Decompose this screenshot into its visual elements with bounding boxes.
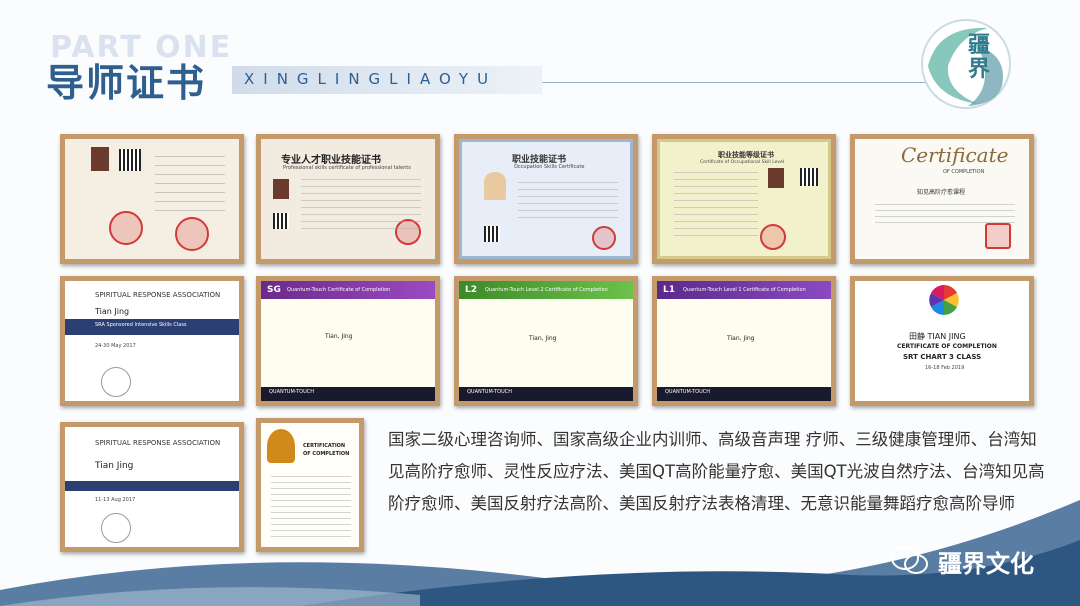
qr-code-icon [119, 149, 141, 171]
certificate-12: CERTIFICATION OF COMPLETION [256, 418, 364, 552]
portrait-photo [91, 147, 109, 171]
certificate-9: L1 Quantum-Touch Level 1 Certificate of … [652, 276, 836, 406]
certificate-4: 职业技能等级证书 Certificate of Occupational Ski… [652, 134, 836, 264]
wechat-label: 疆界文化 [938, 550, 1034, 578]
text-lines [674, 172, 758, 236]
qr-code-icon [273, 213, 289, 229]
red-seal-icon [175, 217, 209, 251]
text-lines [875, 199, 1015, 223]
emblem-icon [101, 513, 131, 543]
red-seal-icon [985, 223, 1011, 249]
red-seal-icon [592, 226, 616, 250]
certificate-1 [60, 134, 244, 264]
certificate-10: 田静 TIAN JING CERTIFICATE OF COMPLETION S… [850, 276, 1034, 406]
brand-logo-text: 疆界 [967, 33, 990, 82]
qr-code-icon [800, 168, 818, 186]
red-seal-icon [760, 224, 786, 250]
certificate-7: SG Quantum-Touch Certificate of Completi… [256, 276, 440, 406]
certificate-6: SPIRITUAL RESPONSE ASSOCIATION Tian Jing… [60, 276, 244, 406]
certificate-8: L2 Quantum-Touch Level 2 Certificate of … [454, 276, 638, 406]
text-lines [518, 178, 618, 218]
page-title: 导师证书 [46, 61, 207, 105]
certificate-11: SPIRITUAL RESPONSE ASSOCIATION Tian Jing… [60, 422, 244, 552]
wechat-icon [891, 546, 928, 574]
qualifications-text: 国家二级心理咨询师、国家高级企业内训师、高级音声理 疗师、三级健康管理师、台湾知… [388, 430, 1045, 513]
page-subtitle: XINGLINGLIAOYU [244, 70, 498, 88]
header-divider [542, 82, 972, 83]
text-lines [155, 151, 225, 211]
certificate-3: 职业技能证书 Occupation Skills Certificate [454, 134, 638, 264]
certificate-2: 专业人才职业技能证书 Professional skills certifica… [256, 134, 440, 264]
text-lines [271, 473, 351, 537]
emblem-icon [101, 367, 131, 397]
portrait-photo [273, 179, 289, 199]
text-lines [301, 179, 421, 229]
portrait-photo [768, 168, 784, 188]
portrait-photo [484, 172, 506, 200]
award-badge-icon [267, 429, 295, 463]
certificate-5: Certificate OF COMPLETION 知见高阶疗愈课程 [850, 134, 1034, 264]
red-seal-icon [109, 211, 143, 245]
color-wheel-icon [929, 285, 959, 315]
qr-code-icon [484, 226, 500, 242]
